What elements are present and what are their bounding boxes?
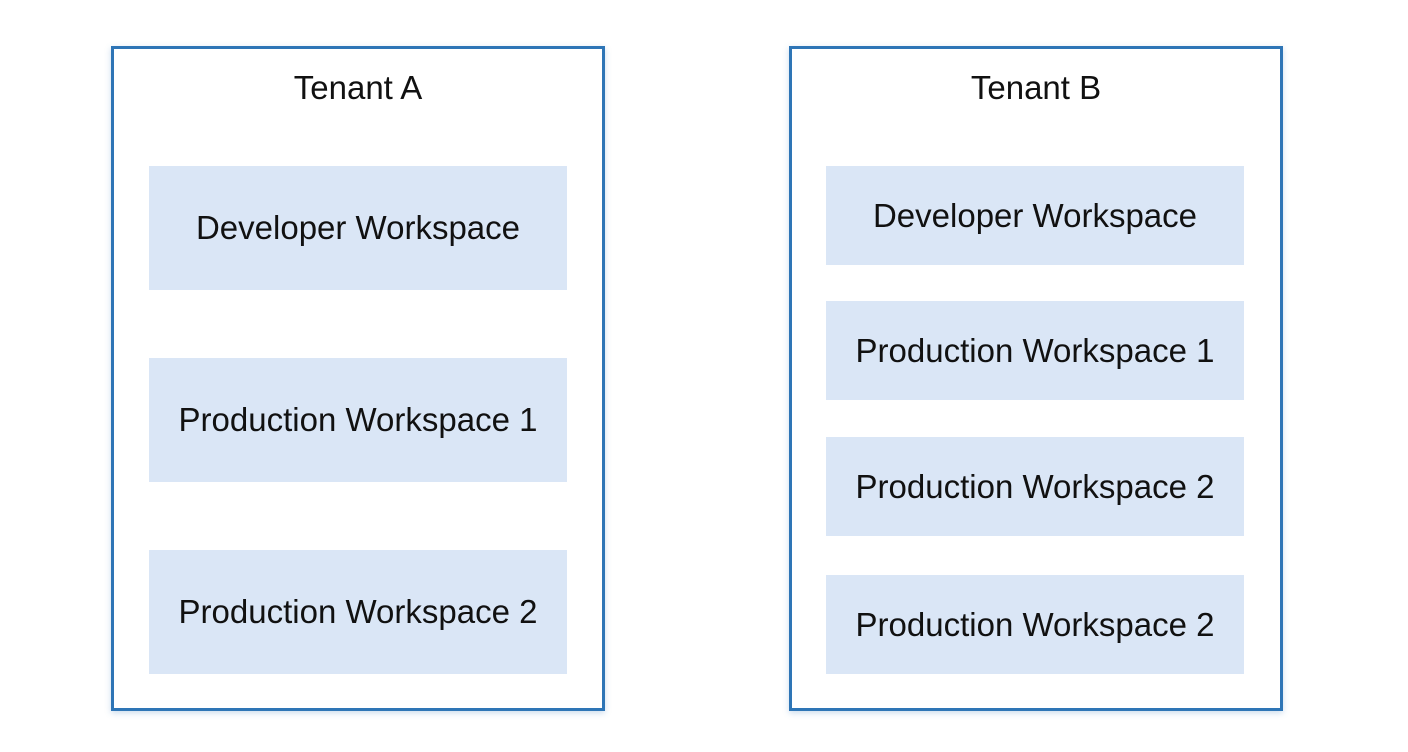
tenant-b-developer-workspace: Developer Workspace	[826, 166, 1244, 265]
tenant-b-title: Tenant B	[970, 69, 1102, 106]
tenant-a-developer-workspace: Developer Workspace	[149, 166, 567, 290]
tenant-b-box: Tenant B Developer Workspace Production …	[789, 46, 1283, 711]
tenant-a-box: Tenant A Developer Workspace Production …	[111, 46, 605, 711]
tenant-a-production-workspace-2: Production Workspace 2	[149, 550, 567, 674]
tenant-b-production-workspace-2-duplicate: Production Workspace 2	[826, 575, 1244, 674]
diagram-canvas: Tenant A Developer Workspace Production …	[0, 0, 1408, 752]
tenant-a-title: Tenant A	[293, 69, 423, 106]
tenant-b-production-workspace-2: Production Workspace 2	[826, 437, 1244, 536]
tenant-b-production-workspace-1: Production Workspace 1	[826, 301, 1244, 400]
tenant-a-production-workspace-1: Production Workspace 1	[149, 358, 567, 482]
